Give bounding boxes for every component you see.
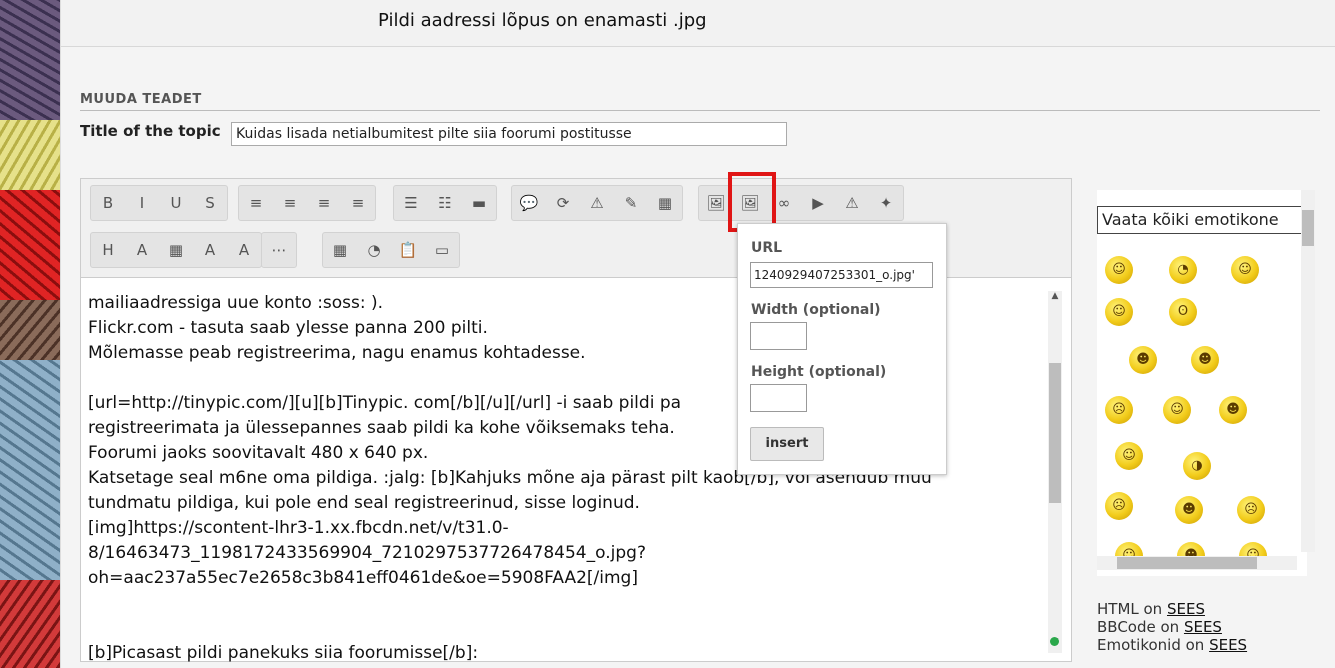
italic-button[interactable]: I (125, 186, 159, 220)
youtube-button[interactable]: ▶ (801, 186, 835, 220)
warning-button[interactable]: ⚠ (835, 186, 869, 220)
emoticon-icon[interactable]: ☻ (1129, 346, 1157, 374)
status-dot-icon (1050, 637, 1059, 646)
toolbar-group: ⋯ (261, 232, 297, 268)
html-status-label: HTML on (1097, 600, 1163, 618)
emoticon-hscrollbar[interactable] (1097, 556, 1297, 570)
yarn-background (0, 0, 60, 668)
emoticon-icon[interactable]: ☹ (1105, 396, 1133, 424)
url-input[interactable]: 1240929407253301_o.jpg' (750, 262, 933, 288)
emoticon-icon[interactable]: ◑ (1183, 452, 1211, 480)
url-label: URL (751, 240, 783, 256)
remove-format-button[interactable]: A (227, 233, 261, 267)
width-input[interactable] (750, 322, 807, 350)
height-label: Height (optional) (751, 364, 887, 380)
bullet-list-button[interactable]: ☰ (394, 186, 428, 220)
flash-button[interactable]: ✦ (869, 186, 903, 220)
align-center-button[interactable]: ≡ (273, 186, 307, 220)
table-button[interactable]: ▦ (648, 186, 682, 220)
emoticon-icon[interactable]: ☻ (1191, 346, 1219, 374)
bbcode-status-link[interactable]: SEES (1184, 618, 1222, 636)
emoticon-icon[interactable]: ☺ (1115, 442, 1143, 470)
emoticon-icon[interactable]: ☹ (1105, 492, 1133, 520)
align-right-button[interactable]: ≡ (307, 186, 341, 220)
scroll-up-arrow-icon[interactable]: ▲ (1048, 291, 1062, 307)
bold-button[interactable]: B (91, 186, 125, 220)
number-list-button[interactable]: ☷ (428, 186, 462, 220)
height-input[interactable] (750, 384, 807, 412)
emoticon-icon[interactable]: ☺ (1105, 256, 1133, 284)
emoticon-icon[interactable]: ☺ (1105, 298, 1133, 326)
page-button[interactable]: ▭ (425, 233, 459, 267)
emoticon-scrollbar[interactable] (1301, 190, 1315, 552)
more-button[interactable]: ⋯ (262, 233, 296, 267)
editor-scrollbar[interactable]: ▲ ▼ (1048, 291, 1062, 653)
top-note: Pildi aadressi lõpus on enamasti .jpg (378, 10, 707, 31)
topic-label: Title of the topic (80, 122, 221, 140)
edit-button[interactable]: ✎ (614, 186, 648, 220)
align-left-button[interactable]: ≡ (239, 186, 273, 220)
toolbar-group: BIUS (90, 185, 228, 221)
heading-button[interactable]: H (91, 233, 125, 267)
toolbar-group: 💬 ⟳ ⚠ ✎ ▦ (511, 185, 683, 221)
font-size-button[interactable]: A (125, 233, 159, 267)
paste-button[interactable]: 📋 (391, 233, 425, 267)
color-button[interactable]: ▦ (159, 233, 193, 267)
emoticon-icon[interactable]: ☺ (1231, 256, 1259, 284)
html-status-link[interactable]: SEES (1167, 600, 1205, 618)
top-note-bar: Pildi aadressi lõpus on enamasti .jpg (61, 0, 1335, 47)
spoiler-button[interactable]: ⚠ (580, 186, 614, 220)
emoticon-icon[interactable]: ☻ (1175, 496, 1203, 524)
quote-button[interactable]: 💬 (512, 186, 546, 220)
insert-image-popup: URL 1240929407253301_o.jpg' Width (optio… (737, 223, 947, 475)
insert-button[interactable]: insert (750, 427, 824, 461)
topic-title-input[interactable]: Kuidas lisada netialbumitest pilte siia … (231, 122, 787, 146)
scrollbar-thumb[interactable] (1049, 363, 1061, 503)
bbcode-status-label: BBCode on (1097, 618, 1180, 636)
strike-button[interactable]: S (193, 186, 227, 220)
section-title: MUUDA TEADET (80, 92, 202, 107)
emoticons-status-link[interactable]: SEES (1209, 636, 1247, 654)
toolbar-group: H A ▦ A A (90, 232, 262, 268)
width-label: Width (optional) (751, 302, 881, 318)
calendar-button[interactable]: ▦ (323, 233, 357, 267)
code-button[interactable]: ⟳ (546, 186, 580, 220)
emoticon-icon[interactable]: ◔ (1169, 256, 1197, 284)
toolbar-group: ☰ ☷ ▬ (393, 185, 497, 221)
status-links: HTML on SEES BBCode on SEES Emotikonid o… (1097, 600, 1247, 654)
underline-button[interactable]: U (159, 186, 193, 220)
toolbar-group: ≡ ≡ ≡ ≡ (238, 185, 376, 221)
emoticon-panel: Vaata kõiki emotikone ☺◔☺☺ʘ☻☻☹☺☻☺◑☹☻☹☺☻☺ (1097, 190, 1315, 576)
emoticon-icon[interactable]: ʘ (1169, 298, 1197, 326)
emoticons-select[interactable]: Vaata kõiki emotikone (1097, 206, 1306, 234)
hr-button[interactable]: ▬ (462, 186, 496, 220)
main-content: Pildi aadressi lõpus on enamasti .jpg MU… (60, 0, 1335, 668)
emoticon-icon[interactable]: ☹ (1237, 496, 1265, 524)
justify-button[interactable]: ≡ (341, 186, 375, 220)
font-button[interactable]: A (193, 233, 227, 267)
emoticon-icon[interactable]: ☺ (1163, 396, 1191, 424)
emoticons-status-label: Emotikonid on (1097, 636, 1205, 654)
emoticon-icon[interactable]: ☻ (1219, 396, 1247, 424)
toolbar-group: ▦ ◔ 📋 ▭ (322, 232, 460, 268)
clock-button[interactable]: ◔ (357, 233, 391, 267)
section-divider (80, 110, 1320, 111)
